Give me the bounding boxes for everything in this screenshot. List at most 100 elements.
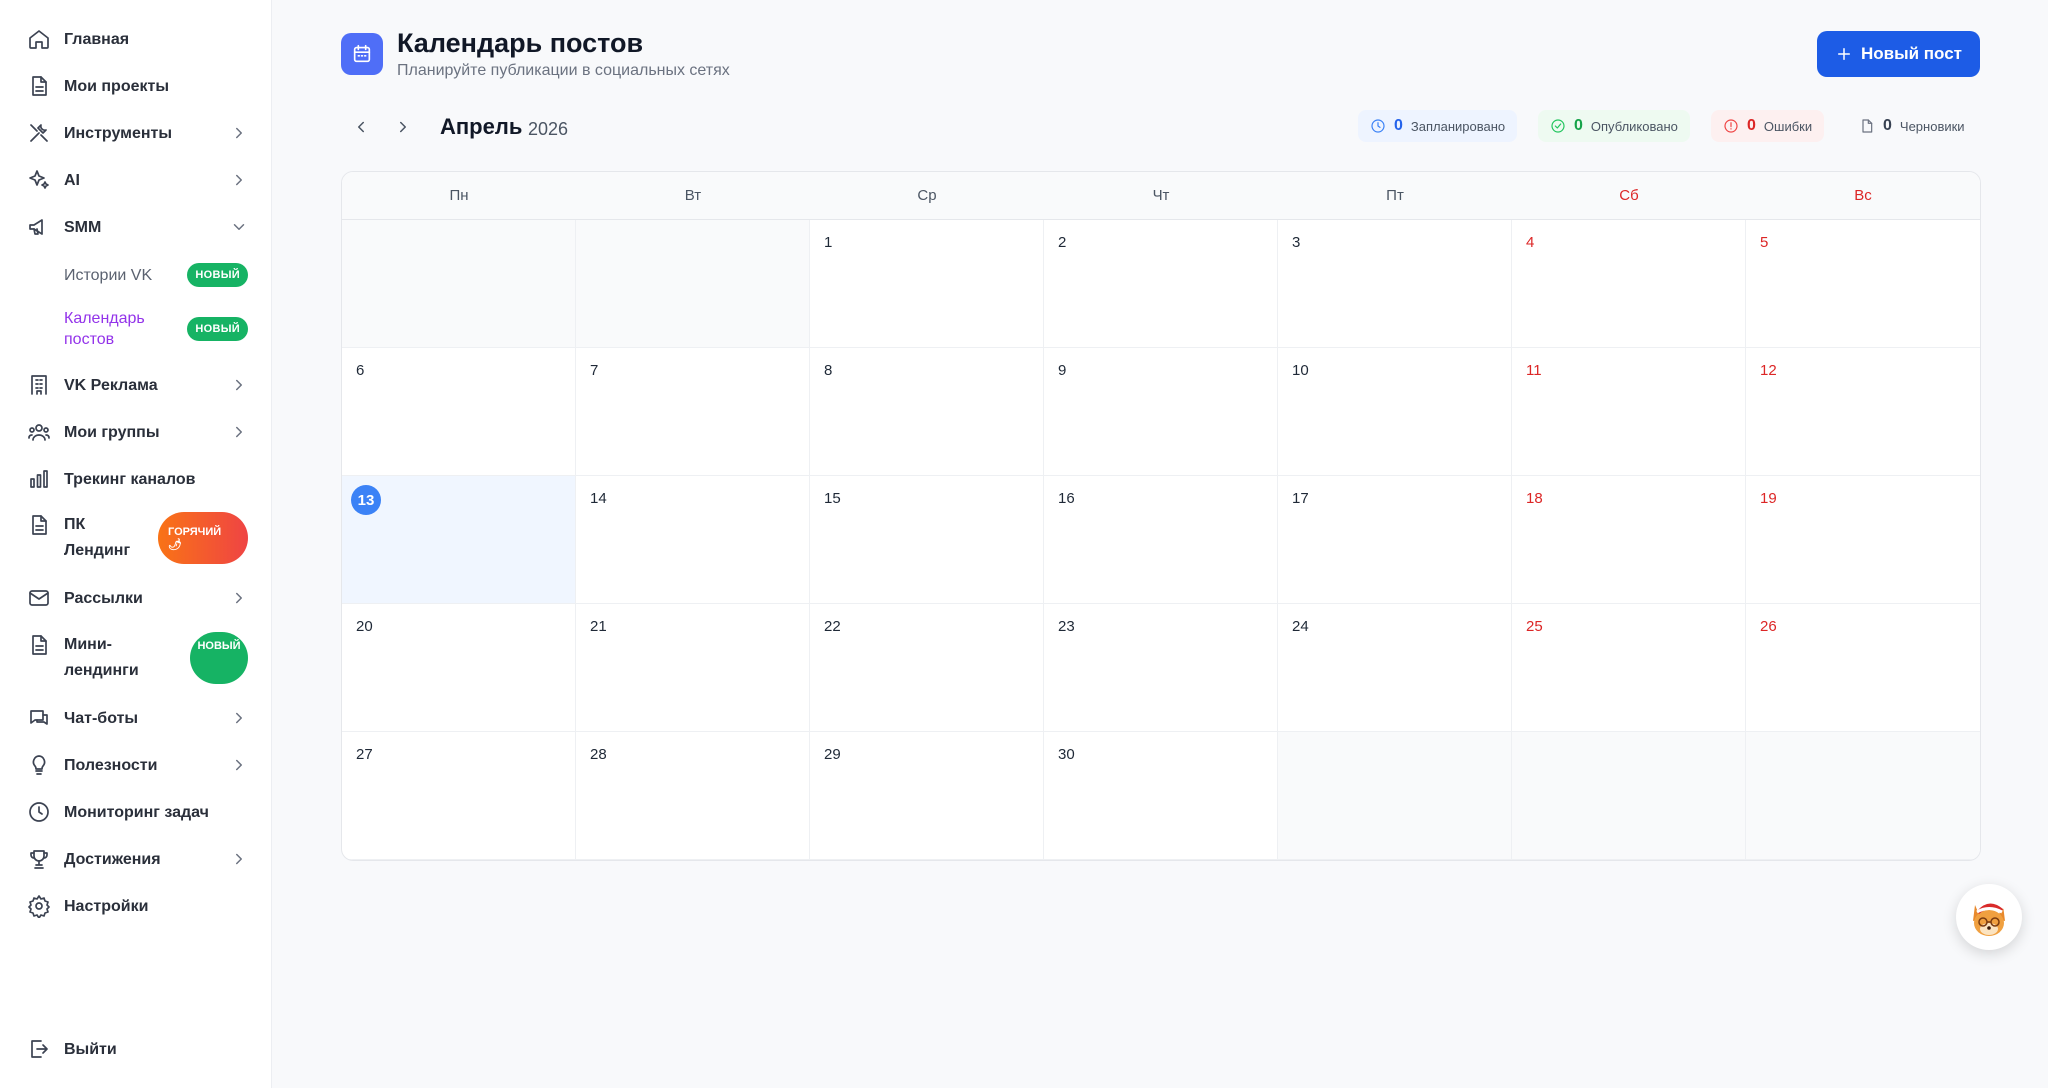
calendar-day[interactable]: 12 (1746, 348, 1980, 476)
sidebar-item-label: Достижения (64, 850, 161, 868)
chevron-right-icon (230, 124, 248, 142)
weekday-label: Вт (684, 187, 702, 204)
sidebar-item-settings[interactable]: Настройки (26, 893, 248, 919)
sidebar-item-projects[interactable]: Мои проекты (26, 73, 248, 99)
calendar-day[interactable]: 6 (342, 348, 576, 476)
calendar-day[interactable]: 10 (1278, 348, 1512, 476)
new-badge: НОВЫЙ (190, 632, 248, 684)
calendar-day[interactable]: 15 (810, 476, 1044, 604)
calendar-day[interactable]: 19 (1746, 476, 1980, 604)
calendar-days: 1 2 3 4 5 6 7 8 9 10 11 12 13 14 15 16 17 18 19 20 21 22 23 24 2… (342, 220, 1980, 860)
plus-icon (1837, 48, 1850, 60)
calendar-day[interactable]: 21 (576, 604, 810, 732)
day-number: 27 (356, 746, 373, 763)
day-number: 19 (1760, 490, 1777, 507)
new-post-button[interactable]: Новый пост (1817, 31, 1980, 77)
calendar-day[interactable]: 11 (1512, 348, 1746, 476)
chevron-right-icon (230, 589, 248, 607)
stat-label: Черновики (1899, 118, 1965, 134)
stat-planned[interactable]: 0 Запланировано (1358, 110, 1518, 142)
calendar-day[interactable]: 17 (1278, 476, 1512, 604)
sidebar-item-mailings[interactable]: Рассылки (26, 585, 248, 611)
sidebar-item-label: Мониторинг задач (64, 803, 209, 821)
sidebar-item-achievements[interactable]: Достижения (26, 846, 248, 872)
prev-month-button[interactable] (349, 115, 373, 139)
calendar-day[interactable]: 26 (1746, 604, 1980, 732)
day-number: 10 (1292, 362, 1309, 379)
stat-errors[interactable]: 0 Ошибки (1711, 110, 1825, 142)
sidebar-item-vk-ads[interactable]: VK Реклама (26, 372, 248, 398)
calendar-day[interactable]: 7 (576, 348, 810, 476)
lightbulb-icon (26, 752, 52, 778)
day-number: 14 (590, 490, 607, 507)
home-icon (26, 26, 52, 52)
sidebar-subitem-vk-stories[interactable]: Истории VK НОВЫЙ (64, 263, 248, 287)
calendar-day[interactable]: 27 (342, 732, 576, 860)
day-number: 18 (1526, 490, 1543, 507)
next-month-button[interactable] (391, 115, 415, 139)
sidebar-item-useful[interactable]: Полезности (26, 752, 248, 778)
calendar-day[interactable]: 14 (576, 476, 810, 604)
day-number: 26 (1760, 618, 1777, 635)
day-number: 16 (1058, 490, 1075, 507)
stat-published[interactable]: 0 Опубликовано (1538, 110, 1690, 142)
mascot-assistant-button[interactable] (1956, 884, 2022, 950)
sidebar: Главная Мои проекты Инструменты AI SMM И… (0, 0, 272, 1088)
fox-mascot-icon (1973, 903, 2007, 936)
calendar-day[interactable]: 24 (1278, 604, 1512, 732)
calendar-day[interactable]: 22 (810, 604, 1044, 732)
calendar-day[interactable]: 8 (810, 348, 1044, 476)
stat-count: 0 (1747, 117, 1756, 134)
sidebar-item-task-monitoring[interactable]: Мониторинг задач (26, 799, 248, 825)
calendar-day[interactable]: 16 (1044, 476, 1278, 604)
calendar-day[interactable]: 1 (810, 220, 1044, 348)
calendar-day[interactable]: 23 (1044, 604, 1278, 732)
sidebar-subitem-label: Календарь постов (64, 310, 145, 348)
calendar-day[interactable]: 5 (1746, 220, 1980, 348)
sidebar-item-ai[interactable]: AI (26, 167, 248, 193)
chevron-left-icon (358, 121, 364, 133)
calendar-day[interactable]: 2 (1044, 220, 1278, 348)
calendar-day[interactable]: 28 (576, 732, 810, 860)
sidebar-item-tools[interactable]: Инструменты (26, 120, 248, 146)
weekday-header: Пн Вт Ср Чт Пт Сб Вс (342, 172, 1980, 220)
calendar-day[interactable]: 4 (1512, 220, 1746, 348)
gear-icon (26, 893, 52, 919)
sidebar-item-mini-landings[interactable]: Мини- лендинги НОВЫЙ (26, 632, 248, 684)
megaphone-icon (26, 214, 52, 240)
calendar-day[interactable]: 3 (1278, 220, 1512, 348)
page-title: Календарь постов (397, 28, 644, 58)
chevron-right-icon (230, 171, 248, 189)
sidebar-item-label: Полезности (64, 756, 158, 774)
weekday-label: Ср (917, 187, 937, 204)
day-number: 1 (824, 234, 833, 251)
mail-icon (26, 585, 52, 611)
sidebar-item-groups[interactable]: Мои группы (26, 419, 248, 445)
stat-drafts[interactable]: 0 Черновики (1847, 110, 1977, 142)
calendar-day[interactable]: 29 (810, 732, 1044, 860)
sidebar-subitem-post-calendar[interactable]: Календарь постов НОВЫЙ (64, 308, 248, 350)
day-number: 8 (824, 362, 833, 379)
sidebar-item-pk-landing[interactable]: ПК Лендинг ГОРЯЧИЙ 🌶 (26, 512, 248, 564)
sidebar-item-channel-tracking[interactable]: Трекинг каналов (26, 466, 248, 492)
stat-label: Ошибки (1763, 118, 1813, 134)
weekday-label: Пн (449, 187, 469, 204)
sidebar-item-label: SMM (64, 218, 102, 236)
stat-label: Опубликовано (1590, 118, 1678, 134)
chevron-right-icon (230, 423, 248, 441)
calendar-day[interactable]: 20 (342, 604, 576, 732)
calendar-day-today[interactable]: 13 (342, 476, 576, 604)
calendar-day[interactable]: 30 (1044, 732, 1278, 860)
weekday-label: Пт (1386, 187, 1404, 204)
calendar-day[interactable]: 18 (1512, 476, 1746, 604)
trophy-icon (26, 846, 52, 872)
sidebar-item-label: Чат-боты (64, 709, 139, 727)
logout-button[interactable]: Выйти (26, 1036, 248, 1062)
day-number: 6 (356, 362, 365, 379)
calendar-day[interactable]: 25 (1512, 604, 1746, 732)
sidebar-item-smm[interactable]: SMM (26, 214, 248, 240)
sidebar-item-home[interactable]: Главная (26, 26, 248, 52)
sidebar-item-chatbots[interactable]: Чат-боты (26, 705, 248, 731)
sidebar-item-label: Мои проекты (64, 77, 169, 95)
calendar-day[interactable]: 9 (1044, 348, 1278, 476)
